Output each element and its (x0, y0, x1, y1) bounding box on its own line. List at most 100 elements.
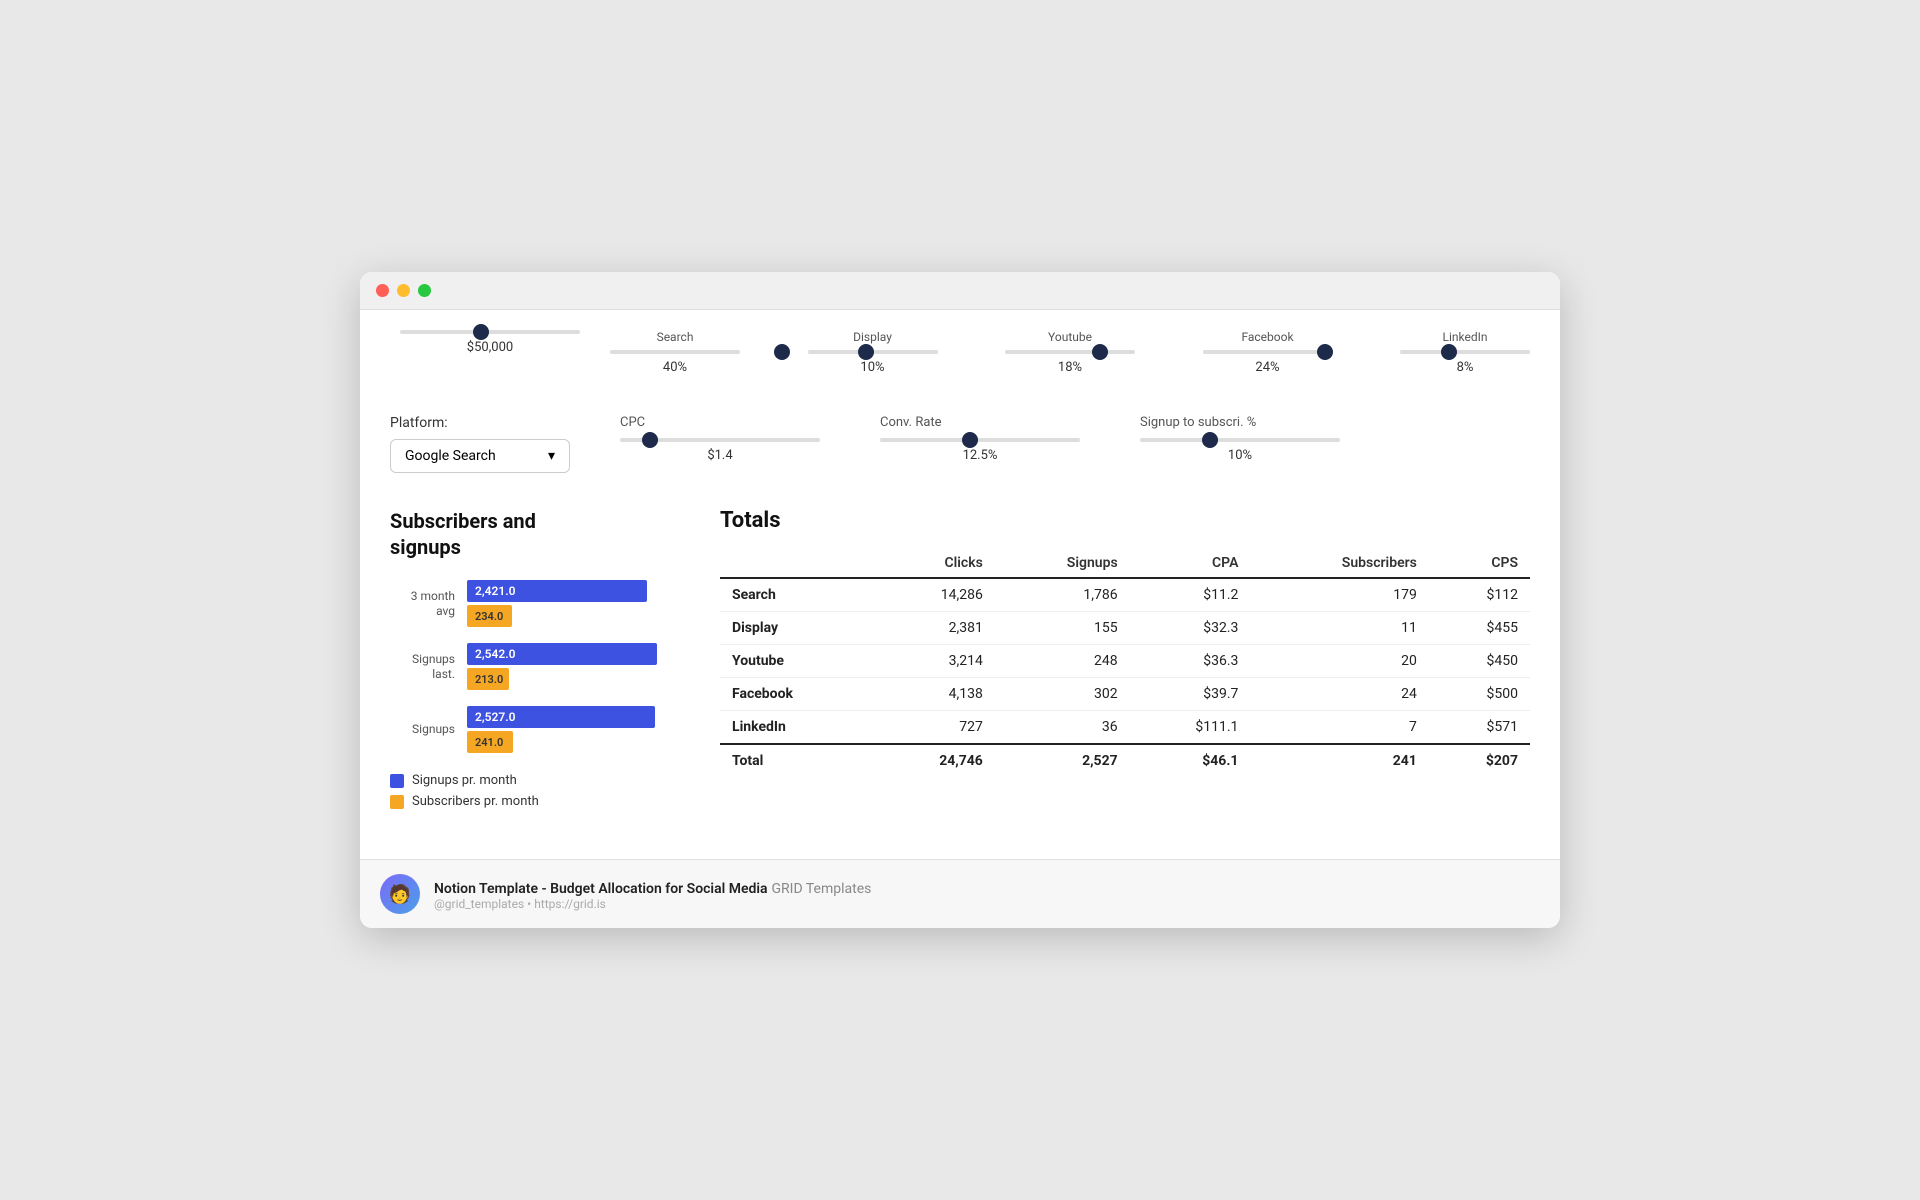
platform-cell: Total (720, 744, 873, 777)
col-header-subscribers: Subscribers (1250, 549, 1428, 578)
footer-title-line: Notion Template - Budget Allocation for … (434, 878, 871, 897)
col-header- (720, 549, 873, 578)
data-cell: 3,214 (873, 645, 995, 678)
chart-title: Subscribers and signups (390, 508, 690, 560)
platform-block: Platform: Google Search ▾ (390, 415, 590, 473)
bar-label: Signups (390, 722, 455, 736)
channels-row: Search 40% Display 10% Youtube 18% Faceb… (610, 330, 1530, 375)
legend-item: Subscribers pr. month (390, 794, 690, 809)
platform-dropdown[interactable]: Google Search ▾ (390, 439, 570, 473)
bar-label: Signupslast. (390, 652, 455, 681)
blue-bar-row: 2,542.0 (467, 643, 657, 665)
slider-dot[interactable] (774, 344, 790, 360)
channel-item-linkedin: LinkedIn 8% (1400, 330, 1530, 375)
data-cell: $36.3 (1130, 645, 1251, 678)
metric-dot[interactable] (642, 432, 658, 448)
totals-title: Totals (720, 508, 1530, 533)
blue-bar: 2,527.0 (467, 706, 655, 728)
data-cell: 7 (1250, 711, 1428, 745)
orange-bar-row: 241.0 (467, 731, 655, 753)
data-cell: $46.1 (1130, 744, 1251, 777)
slider-dot[interactable] (1092, 344, 1108, 360)
metric-value: $1.4 (707, 448, 732, 463)
channel-slider-youtube[interactable]: 18% (1005, 350, 1135, 375)
col-header-cps: CPS (1429, 549, 1530, 578)
metric-slider[interactable]: 10% (1140, 438, 1340, 463)
channel-value: 40% (663, 360, 687, 375)
channel-slider-display[interactable]: 10% (808, 350, 938, 375)
slider-dot[interactable] (1317, 344, 1333, 360)
metric-dot[interactable] (962, 432, 978, 448)
platform-cell: Display (720, 612, 873, 645)
orange-bar: 241.0 (467, 731, 513, 753)
bar-group: Signups 2,527.0 241.0 (390, 706, 690, 753)
metric-slider[interactable]: $1.4 (620, 438, 820, 463)
budget-dot[interactable] (473, 324, 489, 340)
blue-bar-row: 2,527.0 (467, 706, 655, 728)
data-cell: 302 (995, 678, 1130, 711)
data-cell: 248 (995, 645, 1130, 678)
table-header: ClicksSignupsCPASubscribersCPS (720, 549, 1530, 578)
data-cell: $112 (1429, 578, 1530, 612)
channel-slider-search[interactable]: 40% (610, 350, 740, 375)
platform-label: Platform: (390, 415, 590, 431)
slider-track (1005, 350, 1135, 354)
channel-value: 8% (1457, 360, 1474, 375)
data-cell: $455 (1429, 612, 1530, 645)
top-sliders-section: $50,000 Search 40% Display 10% Youtube (390, 330, 1530, 375)
legend-color-dot (390, 774, 404, 788)
channels-block: Search 40% Display 10% Youtube 18% Faceb… (610, 330, 1530, 375)
metric-dot[interactable] (1202, 432, 1218, 448)
slider-track (1203, 350, 1333, 354)
data-cell: 24,746 (873, 744, 995, 777)
blue-bar: 2,421.0 (467, 580, 647, 602)
maximize-button[interactable] (418, 284, 431, 297)
channel-label: Facebook (1241, 330, 1293, 344)
metric-track (880, 438, 1080, 442)
channel-slider-linkedin[interactable]: 8% (1400, 350, 1530, 375)
header-row: ClicksSignupsCPASubscribersCPS (720, 549, 1530, 578)
data-cell: 727 (873, 711, 995, 745)
blue-bar: 2,542.0 (467, 643, 657, 665)
bars-area: 3 monthavg 2,421.0 234.0 Signupslast. 2,… (390, 580, 690, 753)
data-cell: $207 (1429, 744, 1530, 777)
metric-value: 12.5% (963, 448, 998, 463)
orange-bar: 213.0 (467, 668, 509, 690)
chart-section: Subscribers and signups 3 monthavg 2,421… (390, 508, 690, 809)
channel-value: 24% (1255, 360, 1279, 375)
legend-label: Signups pr. month (412, 773, 517, 788)
metric-block-cpc: CPC $1.4 (620, 415, 820, 463)
metric-slider[interactable]: 12.5% (880, 438, 1080, 463)
channel-value: 18% (1058, 360, 1082, 375)
platform-selected-value: Google Search (405, 448, 496, 464)
data-cell: 241 (1250, 744, 1428, 777)
legend-color-dot (390, 795, 404, 809)
bar-group: 3 monthavg 2,421.0 234.0 (390, 580, 690, 627)
metric-block-conv.-rate: Conv. Rate 12.5% (880, 415, 1080, 463)
data-cell: $32.3 (1130, 612, 1251, 645)
minimize-button[interactable] (397, 284, 410, 297)
footer: 🧑 Notion Template - Budget Allocation fo… (360, 859, 1560, 928)
slider-dot[interactable] (1441, 344, 1457, 360)
budget-slider[interactable]: $50,000 (390, 330, 590, 355)
blue-bar-row: 2,421.0 (467, 580, 647, 602)
data-cell: $571 (1429, 711, 1530, 745)
orange-bar-row: 213.0 (467, 668, 657, 690)
bottom-section: Subscribers and signups 3 monthavg 2,421… (390, 508, 1530, 809)
data-cell: 11 (1250, 612, 1428, 645)
legend-item: Signups pr. month (390, 773, 690, 788)
metric-label: Signup to subscri. % (1140, 415, 1256, 430)
slider-track (808, 350, 938, 354)
data-cell: $111.1 (1130, 711, 1251, 745)
close-button[interactable] (376, 284, 389, 297)
bars-stack: 2,421.0 234.0 (467, 580, 647, 627)
channel-item-facebook: Facebook 24% (1203, 330, 1333, 375)
data-cell: 2,381 (873, 612, 995, 645)
platform-cell: Youtube (720, 645, 873, 678)
metric-block-signup-to-subscri.-%: Signup to subscri. % 10% (1140, 415, 1340, 463)
table-row: Display2,381155$32.311$455 (720, 612, 1530, 645)
channel-slider-facebook[interactable]: 24% (1203, 350, 1333, 375)
slider-dot[interactable] (858, 344, 874, 360)
channel-value: 10% (860, 360, 884, 375)
slider-track (1400, 350, 1530, 354)
